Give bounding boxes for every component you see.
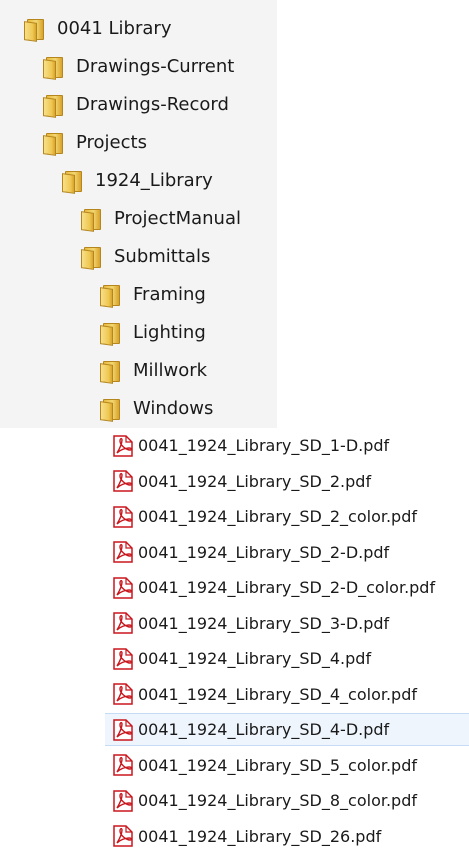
pdf-file-icon xyxy=(113,647,133,670)
tree-item[interactable]: Submittals xyxy=(79,240,210,272)
file-name: 0041_1924_Library_SD_3-D.pdf xyxy=(138,613,390,633)
file-row[interactable]: 0041_1924_Library_SD_5_color.pdf xyxy=(105,749,469,782)
tree-item[interactable]: ProjectManual xyxy=(79,202,241,234)
tree-item-label: 1924_Library xyxy=(95,169,213,191)
folder-icon xyxy=(98,321,120,346)
pdf-file-icon xyxy=(113,718,133,741)
file-name: 0041_1924_Library_SD_4-D.pdf xyxy=(138,720,390,739)
file-row[interactable]: 0041_1924_Library_SD_2.pdf xyxy=(105,465,469,498)
folder-icon xyxy=(41,131,63,156)
tree-item-label: Millwork xyxy=(133,359,208,381)
tree-item-label: Drawings-Current xyxy=(76,55,235,77)
folder-icon xyxy=(79,245,101,270)
file-name: 0041_1924_Library_SD_5_color.pdf xyxy=(138,755,417,775)
tree-item[interactable]: Millwork xyxy=(98,354,207,386)
folder-icon xyxy=(98,283,120,308)
tree-item-label: Framing xyxy=(133,283,206,305)
file-row[interactable]: 0041_1924_Library_SD_26.pdf xyxy=(105,820,469,853)
file-row[interactable]: 0041_1924_Library_SD_3-D.pdf xyxy=(105,607,469,640)
file-name: 0041_1924_Library_SD_4.pdf xyxy=(138,649,372,668)
file-row[interactable]: 0041_1924_Library_SD_8_color.pdf xyxy=(105,784,469,817)
folder-icon xyxy=(98,397,120,422)
file-name: 0041_1924_Library_SD_26.pdf xyxy=(138,826,382,846)
pdf-file-icon xyxy=(113,541,133,563)
pdf-file-icon xyxy=(113,612,133,634)
tree-item[interactable]: 1924_Library xyxy=(60,164,213,196)
tree-item-label: Lighting xyxy=(133,321,206,343)
file-row[interactable]: 0041_1924_Library_SD_4_color.pdf xyxy=(105,678,469,711)
pdf-file-icon xyxy=(113,576,133,599)
file-row[interactable]: 0041_1924_Library_SD_4.pdf xyxy=(105,642,469,675)
file-row[interactable]: 0041_1924_Library_SD_1-D.pdf xyxy=(105,429,469,462)
tree-item-label: Drawings-Record xyxy=(76,93,229,115)
tree-item-label: Projects xyxy=(76,131,147,153)
file-row[interactable]: 0041_1924_Library_SD_2-D.pdf xyxy=(105,536,469,569)
folder-icon xyxy=(79,207,101,232)
folder-icon xyxy=(41,55,63,80)
pdf-file-icon xyxy=(113,434,133,457)
file-row[interactable]: 0041_1924_Library_SD_4-D.pdf xyxy=(105,713,469,746)
tree-item-label: ProjectManual xyxy=(114,207,241,229)
pdf-file-icon xyxy=(113,470,133,492)
folder-tree-panel: 0041 Library Drawings-Current Drawings-Rec… xyxy=(0,0,277,428)
file-name: 0041_1924_Library_SD_2-D.pdf xyxy=(138,542,390,562)
file-name: 0041_1924_Library_SD_2_color.pdf xyxy=(138,507,417,526)
tree-item[interactable]: 0041 Library xyxy=(22,12,171,44)
file-row[interactable]: 0041_1924_Library_SD_2_color.pdf xyxy=(105,500,469,533)
tree-item[interactable]: Drawings-Current xyxy=(41,50,234,82)
pdf-file-icon xyxy=(113,683,133,705)
file-list: 0041_1924_Library_SD_1-D.pdf 0041_1924_Li… xyxy=(105,428,469,858)
pdf-file-icon xyxy=(113,789,133,812)
file-name: 0041_1924_Library_SD_2.pdf xyxy=(138,471,372,491)
tree-item[interactable]: Drawings-Record xyxy=(41,88,229,120)
file-name: 0041_1924_Library_SD_1-D.pdf xyxy=(138,436,390,455)
pdf-file-icon xyxy=(113,754,133,776)
file-row[interactable]: 0041_1924_Library_SD_2-D_color.pdf xyxy=(105,571,469,604)
folder-icon xyxy=(60,169,82,194)
folder-icon xyxy=(41,93,63,118)
tree-item[interactable]: Projects xyxy=(41,126,147,158)
tree-item-label: Submittals xyxy=(114,245,211,267)
pdf-file-icon xyxy=(113,825,133,847)
tree-item[interactable]: Windows xyxy=(98,392,213,424)
file-name: 0041_1924_Library_SD_4_color.pdf xyxy=(138,684,417,704)
folder-icon xyxy=(22,17,44,42)
file-name: 0041_1924_Library_SD_2-D_color.pdf xyxy=(138,578,436,597)
tree-item[interactable]: Lighting xyxy=(98,316,206,348)
tree-item-label: Windows xyxy=(133,397,214,419)
tree-item-label: 0041 Library xyxy=(57,17,172,39)
file-name: 0041_1924_Library_SD_8_color.pdf xyxy=(138,791,417,810)
pdf-file-icon xyxy=(113,505,133,528)
folder-icon xyxy=(98,359,120,384)
tree-item[interactable]: Framing xyxy=(98,278,206,310)
